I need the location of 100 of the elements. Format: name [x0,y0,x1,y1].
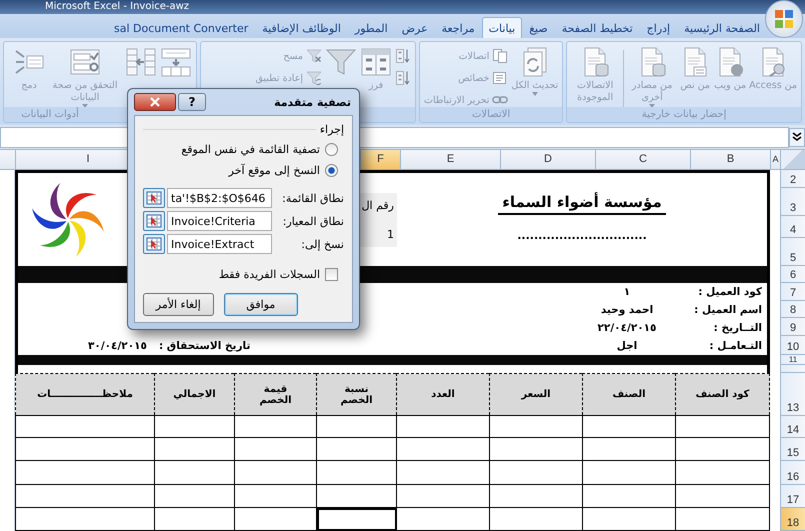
range-select-button[interactable] [143,234,165,254]
dialog-title: تصفية متقدمة [274,96,352,108]
table-cell[interactable] [316,416,396,438]
ribbon-tab[interactable]: المطور [348,17,395,38]
radio-button[interactable] [325,142,338,156]
column-header[interactable]: B [690,150,770,169]
table-header-cell: الصنف [582,374,676,416]
ribbon-tab[interactable]: تخطيط الصفحة [554,17,640,38]
table-cell[interactable] [16,416,154,438]
row-header[interactable]: 18 [780,508,805,531]
table-cell[interactable] [16,438,154,460]
ribbon-tab[interactable]: مراجعة [434,17,482,38]
checkbox-label: السجلات الفريدة فقط [218,268,320,280]
table-cell[interactable] [396,416,490,438]
table-arrow-icon [146,214,162,228]
table-cell[interactable] [582,484,676,508]
table-cell[interactable] [676,484,770,508]
remove-duplicates-icon [125,46,158,78]
table-cell[interactable] [316,460,396,484]
table-cell[interactable] [154,416,234,438]
cancel-button[interactable]: إلغاء الأمر [143,293,214,316]
close-icon [150,97,160,107]
table-cell[interactable] [396,460,490,484]
table-header-cell: نسبة الخصم [316,374,396,416]
table-cell[interactable] [316,438,396,460]
office-logo-icon [774,9,794,29]
double-chevron-icon [792,132,802,142]
table-cell[interactable] [154,460,234,484]
table-arrow-icon [146,237,162,251]
table-cell[interactable] [490,416,582,438]
range-field[interactable]: ta'!$B$2:$O$646 [167,188,272,208]
group-label: الاتصالات [472,109,510,120]
table-cell[interactable] [490,460,582,484]
split-columns-icon [160,46,192,78]
table-cell[interactable] [234,484,316,508]
table-cell[interactable] [396,438,490,460]
group-label: إحضار بيانات خارجية [642,109,726,120]
ribbon-tab[interactable]: الوظائف الإضافية [255,17,348,38]
due-date-value: ٣٠/٠٤/٢٠١٥ [88,340,147,352]
table-cell[interactable] [676,508,770,530]
reapply-filter-icon [306,70,322,86]
table-cell[interactable] [16,484,154,508]
close-button[interactable] [134,93,176,111]
table-cell[interactable] [582,416,676,438]
table-header-cell: الاجمالي [154,374,234,416]
table-cell[interactable] [676,416,770,438]
table-cell[interactable] [490,438,582,460]
table-cell[interactable] [582,460,676,484]
table-cell[interactable] [490,508,582,530]
table-cell[interactable] [396,484,490,508]
ribbon-tab[interactable]: صيغ [522,17,555,38]
company-name: مؤسسة أضواء السماء [498,193,666,215]
range-select-button[interactable] [143,211,165,231]
column-header[interactable]: F [360,150,400,169]
table-cell[interactable] [234,508,316,530]
expand-button[interactable] [789,128,805,146]
table-cell[interactable] [582,508,676,530]
column-header[interactable]: D [500,150,595,169]
ribbon-tab[interactable]: إدراج [640,17,678,38]
ribbon-tab[interactable]: sal Document Converter [106,17,256,38]
range-field[interactable]: Invoice!Extract [167,234,272,254]
customer-field-value: ٢٢/٠٤/٢٠١٥ [596,322,658,334]
customer-field-value: اجل [616,340,638,352]
column-header[interactable]: A [770,150,780,169]
table-cell[interactable] [490,484,582,508]
table-cell[interactable] [234,416,316,438]
table-cell[interactable] [582,438,676,460]
dropdown-arrow-icon [532,92,538,96]
dropdown-arrow-icon [82,104,88,107]
window-title: Microsoft Excel - Invoice-awz [45,1,190,12]
ribbon-tab[interactable]: عرض [394,17,435,38]
help-button[interactable]: ? [178,93,206,111]
column-header[interactable]: C [595,150,690,169]
sort-descending-icon [395,70,412,86]
customer-field-value: ١ [622,286,632,298]
table-cell[interactable] [234,438,316,460]
table-cell[interactable] [154,484,234,508]
radio-label: النسخ إلى موقع آخر [228,164,320,176]
table-cell[interactable] [676,438,770,460]
customer-field-label: كود العميل : [697,286,762,298]
table-cell[interactable] [16,460,154,484]
table-arrow-icon [146,191,162,205]
table-cell[interactable] [676,460,770,484]
range-field[interactable]: Invoice!Criteria [167,211,272,231]
table-cell[interactable] [234,460,316,484]
checkbox[interactable] [325,268,338,280]
table-cell[interactable] [16,508,154,530]
radio-button[interactable] [325,164,338,176]
properties-icon [492,70,508,86]
sort-ascending-icon [395,48,412,64]
field-label: نطاق القائمة: [281,192,344,204]
ribbon-tab[interactable]: الصفحة الرئيسية [677,17,767,38]
range-select-button[interactable] [143,188,165,208]
table-cell[interactable] [316,508,396,530]
table-cell[interactable] [154,438,234,460]
table-cell[interactable] [396,508,490,530]
table-cell[interactable] [154,508,234,530]
ok-button[interactable]: موافق [224,293,298,316]
table-cell[interactable] [316,484,396,508]
ribbon-tab[interactable]: بيانات [482,17,522,38]
